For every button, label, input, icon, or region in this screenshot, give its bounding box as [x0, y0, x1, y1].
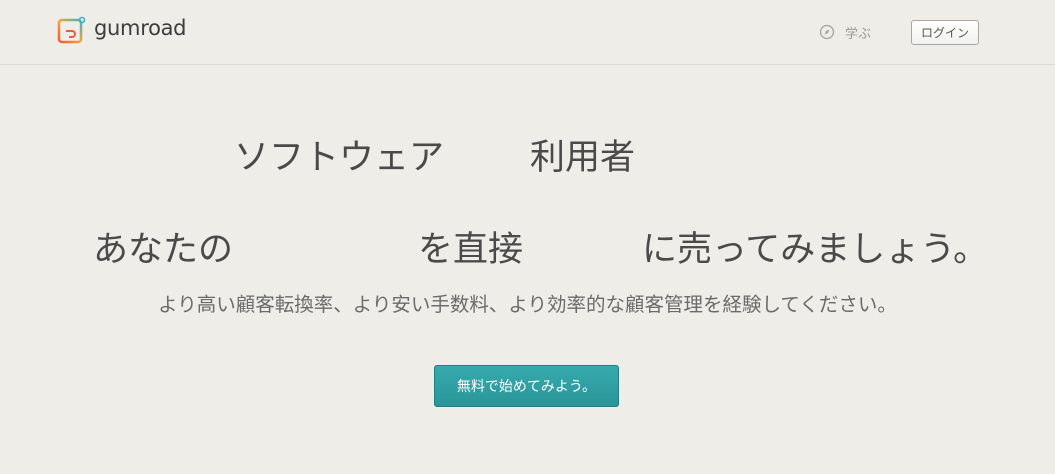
learn-label: 学ぶ [845, 26, 872, 42]
headline-part-2: を直接 [418, 230, 524, 270]
start-free-button[interactable]: 無料で始めてみよう。 [434, 365, 619, 407]
headline-word-software: ソフトウェア [234, 138, 445, 178]
gumroad-logo-icon [57, 16, 86, 44]
hero-subtitle: より高い顧客転換率、より安い手数料、より効率的な顧客管理を経験してください。 [158, 293, 897, 316]
login-button[interactable]: ログイン [911, 20, 979, 45]
headline-word-users: 利用者 [530, 138, 636, 178]
headline-part-3: に売ってみましょう。 [642, 230, 989, 270]
learn-link[interactable]: 学ぶ [819, 22, 871, 42]
gumroad-logo[interactable]: gumroad [57, 15, 187, 47]
headline-row-1: ソフトウェア 利用者 [0, 128, 1055, 188]
compass-icon [819, 24, 835, 40]
headline-part-1: あなたの [93, 230, 234, 270]
site-header: gumroad 学ぶ ログイン [0, 0, 1055, 65]
headline-row-2: あなたの を直接 に売ってみましょう。 [0, 220, 1055, 280]
brand-name: gumroad [94, 16, 187, 40]
